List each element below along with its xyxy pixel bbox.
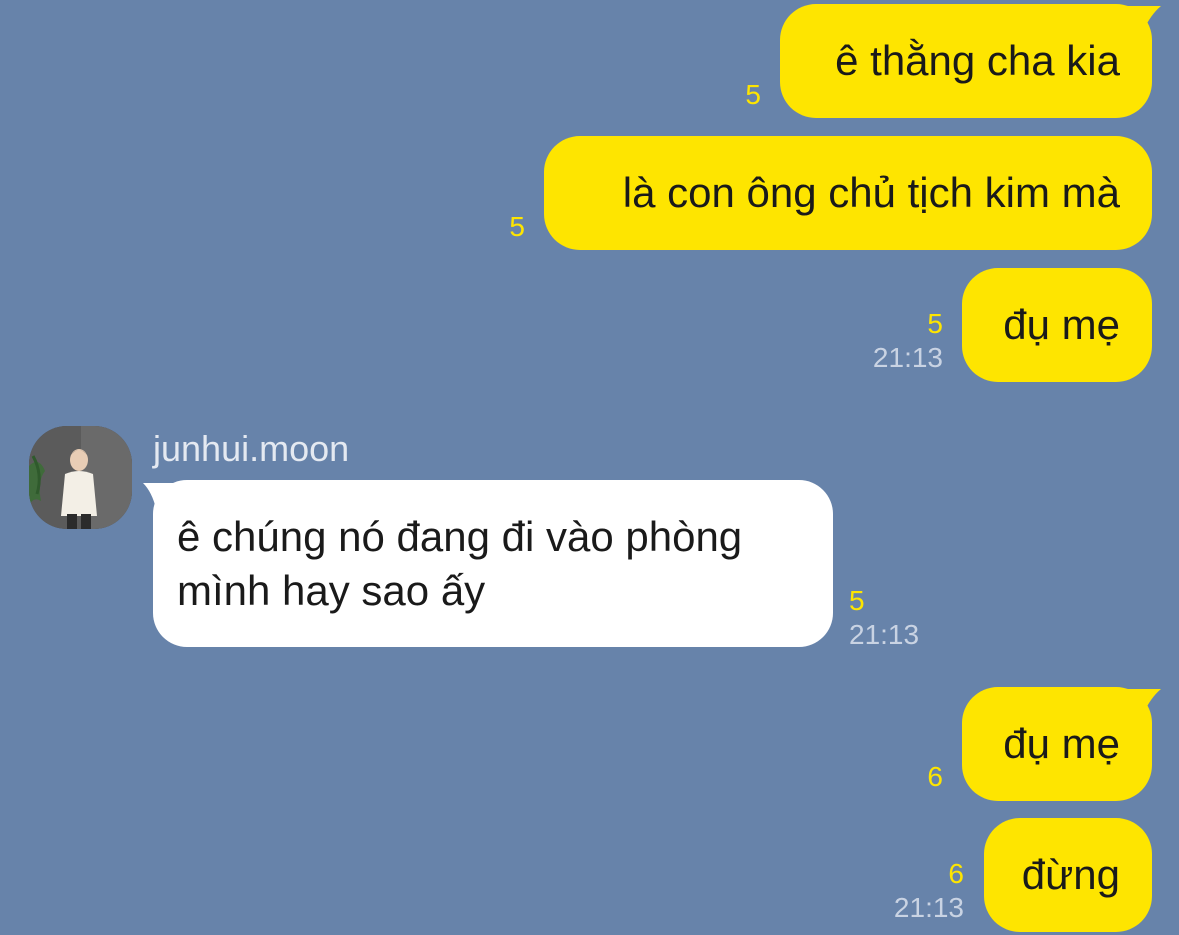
unread-count: 5 (849, 585, 865, 616)
message-bubble-outgoing[interactable]: đụ mẹ (962, 687, 1152, 801)
message-timestamp: 21:13 (872, 342, 943, 373)
message-meta: 5 21:13 (849, 584, 919, 652)
profile-photo-icon (29, 426, 132, 529)
avatar[interactable] (29, 426, 132, 529)
message-meta: 5 21:13 (873, 307, 943, 375)
unread-count: 6 (948, 858, 964, 889)
message-bubble-incoming[interactable]: ê chúng nó đang đi vào phòng mình hay sa… (153, 480, 833, 647)
message-meta: 6 (927, 760, 943, 794)
message-bubble-outgoing[interactable]: đụ mẹ (962, 268, 1152, 382)
message-text: là con ông chủ tịch kim mà (622, 169, 1120, 216)
message-text: đừng (1021, 851, 1120, 898)
unread-count: 6 (927, 761, 943, 792)
message-bubble-outgoing[interactable]: đừng (984, 818, 1152, 932)
message-text: ê chúng nó đang đi vào phòng mình hay sa… (177, 513, 743, 614)
message-text: ê thằng cha kia (835, 37, 1120, 84)
message-meta: 5 (745, 78, 761, 112)
message-meta: 6 21:13 (894, 857, 964, 925)
message-timestamp: 21:13 (849, 619, 920, 650)
message-meta: 5 (509, 210, 525, 244)
message-bubble-outgoing[interactable]: là con ông chủ tịch kim mà (544, 136, 1152, 250)
message-text: đụ mẹ (1003, 720, 1120, 767)
message-bubble-outgoing[interactable]: ê thằng cha kia (780, 4, 1152, 118)
sender-name: junhui.moon (153, 428, 350, 469)
unread-count: 5 (509, 211, 525, 242)
message-text: đụ mẹ (1003, 301, 1120, 348)
unread-count: 5 (745, 79, 761, 110)
message-timestamp: 21:13 (893, 892, 964, 923)
unread-count: 5 (927, 308, 943, 339)
